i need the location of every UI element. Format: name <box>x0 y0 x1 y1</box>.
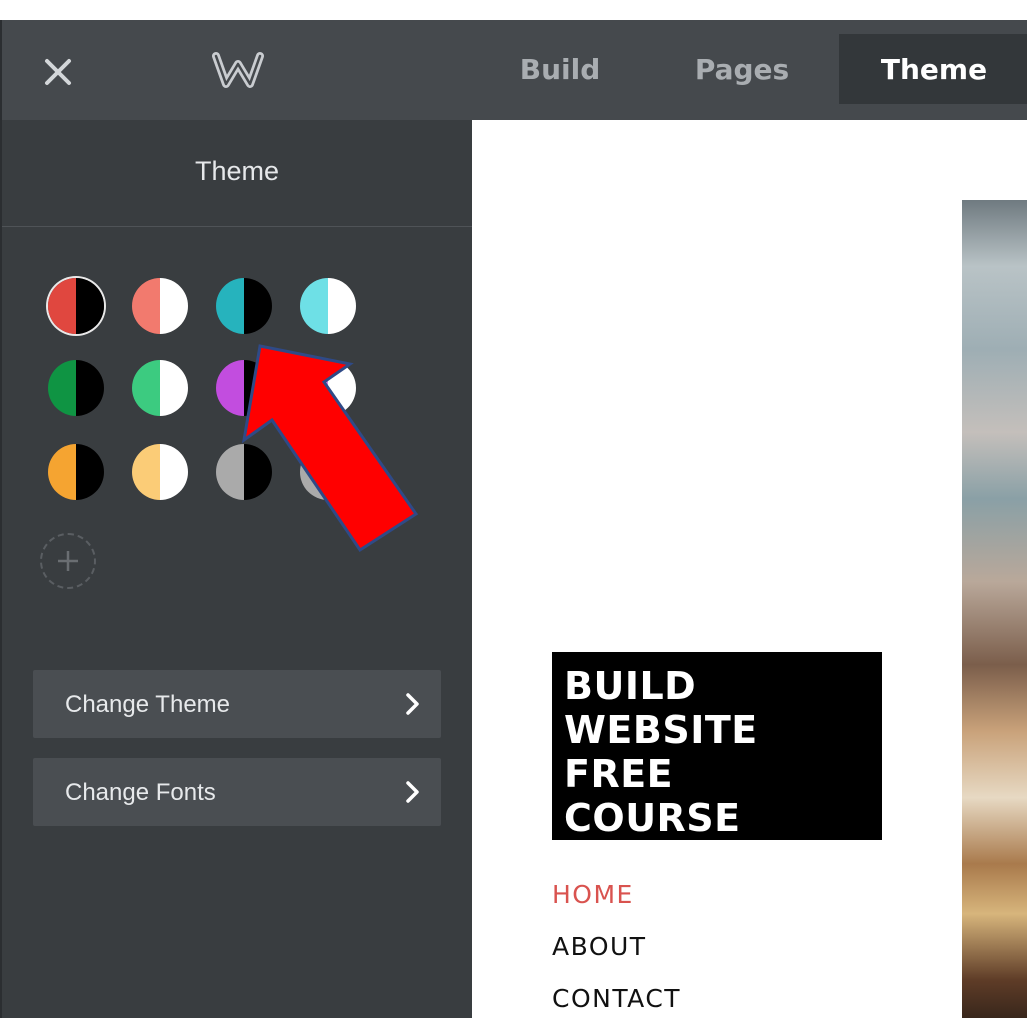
swatch-secondary-half <box>328 360 356 416</box>
swatch-primary-half <box>216 360 244 416</box>
hero-image <box>962 200 1027 1018</box>
swatch-secondary-half <box>328 278 356 334</box>
app-window: Build Pages Theme Theme Change Theme Cha… <box>0 0 1027 1018</box>
color-swatch[interactable] <box>132 278 188 334</box>
swatch-secondary-half <box>328 444 356 500</box>
swatch-primary-half <box>48 444 76 500</box>
site-nav-about[interactable]: ABOUT <box>552 932 647 961</box>
change-theme-button[interactable]: Change Theme <box>33 670 441 738</box>
chevron-right-icon <box>406 693 419 715</box>
swatch-secondary-half <box>160 278 188 334</box>
color-swatch[interactable] <box>48 444 104 500</box>
tab-theme[interactable]: Theme <box>839 34 1027 104</box>
swatch-secondary-half <box>76 444 104 500</box>
color-swatch[interactable] <box>132 360 188 416</box>
swatch-secondary-half <box>160 360 188 416</box>
change-fonts-label: Change Fonts <box>65 779 216 806</box>
swatch-secondary-half <box>244 444 272 500</box>
theme-sidebar: Theme Change Theme Change Fonts <box>2 120 472 1018</box>
color-swatch[interactable] <box>216 278 272 334</box>
tab-build[interactable]: Build <box>500 34 620 104</box>
color-swatch[interactable] <box>300 360 356 416</box>
site-title-line: BUILD <box>564 664 697 708</box>
site-title[interactable]: BUILD WEBSITE FREE COURSE <box>552 652 882 840</box>
swatch-primary-half <box>216 444 244 500</box>
swatch-primary-half <box>132 278 160 334</box>
color-swatch[interactable] <box>216 444 272 500</box>
swatch-primary-half <box>300 444 328 500</box>
top-bar: Build Pages Theme <box>2 20 1027 120</box>
site-title-line: FREE <box>564 752 674 796</box>
swatch-secondary-half <box>244 278 272 334</box>
site-title-line: COURSE <box>564 796 741 840</box>
swatch-secondary-half <box>76 278 104 334</box>
change-theme-label: Change Theme <box>65 691 230 718</box>
add-color-button[interactable] <box>40 533 96 589</box>
swatch-primary-half <box>132 360 160 416</box>
close-button[interactable] <box>38 52 78 92</box>
color-swatch[interactable] <box>132 444 188 500</box>
change-fonts-button[interactable]: Change Fonts <box>33 758 441 826</box>
color-swatch[interactable] <box>216 360 272 416</box>
tab-pages[interactable]: Pages <box>672 34 812 104</box>
site-nav-contact[interactable]: CONTACT <box>552 984 681 1013</box>
sidebar-title: Theme <box>194 156 280 186</box>
color-swatch[interactable] <box>48 360 104 416</box>
swatch-primary-half <box>132 444 160 500</box>
swatch-primary-half <box>216 278 244 334</box>
color-swatch[interactable] <box>300 278 356 334</box>
swatch-primary-half <box>300 360 328 416</box>
close-icon <box>45 59 71 85</box>
plus-icon <box>58 551 78 571</box>
color-swatch[interactable] <box>48 278 104 334</box>
swatch-secondary-half <box>76 360 104 416</box>
swatch-secondary-half <box>244 360 272 416</box>
swatch-primary-half <box>48 360 76 416</box>
divider <box>2 226 472 227</box>
swatch-primary-half <box>300 278 328 334</box>
site-title-line: WEBSITE <box>564 708 758 752</box>
chevron-right-icon <box>406 781 419 803</box>
swatch-secondary-half <box>160 444 188 500</box>
color-swatch[interactable] <box>300 444 356 500</box>
weebly-logo-icon[interactable] <box>210 50 266 90</box>
swatch-primary-half <box>48 278 76 334</box>
site-nav-home[interactable]: HOME <box>552 880 634 909</box>
site-preview: BUILD WEBSITE FREE COURSE HOME ABOUT CON… <box>472 120 1027 1018</box>
